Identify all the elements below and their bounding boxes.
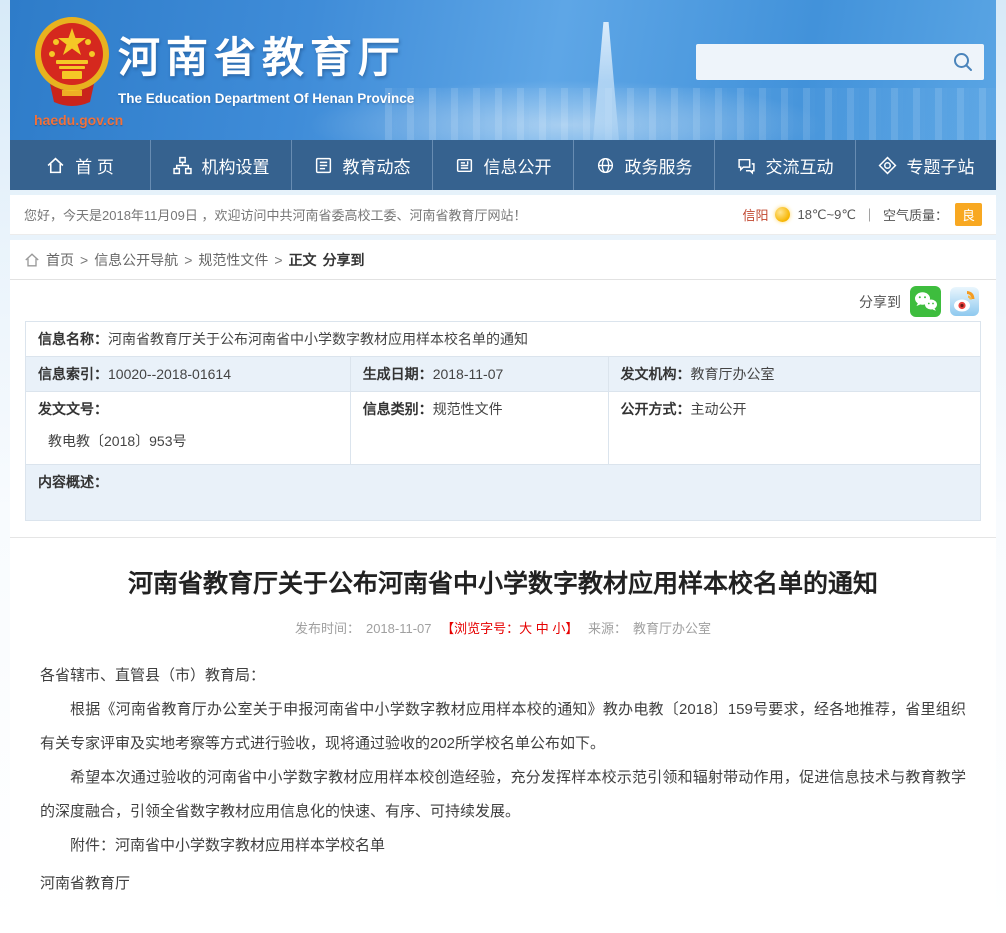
- home-icon: [24, 252, 40, 268]
- article-paragraph: 希望本次通过验收的河南省中小学数字教材应用样本校创造经验，充分发挥样本校示范引领…: [40, 761, 966, 829]
- nav-label: 首 页: [75, 153, 114, 178]
- breadcrumb-share-suffix: 分享到: [323, 250, 365, 270]
- info-date-value: 2018-11-07: [433, 366, 504, 382]
- info-docnum-value: 教电教〔2018〕953号: [38, 419, 338, 457]
- article-paragraph-attachment: 附件：河南省中小学数字教材应用样本学校名单: [40, 829, 966, 863]
- status-bar: 您好，今天是2018年11月09日 ，欢迎访问中共河南省委高校工委、河南省教育厅…: [10, 195, 996, 235]
- info-org-label: 发文机构：: [621, 366, 691, 382]
- sun-icon: [775, 207, 790, 222]
- site-title-english: The Education Department Of Henan Provin…: [118, 91, 414, 106]
- publish-time-label: 发布时间：: [295, 621, 360, 636]
- nav-item-home[interactable]: 首 页: [10, 140, 151, 190]
- info-icon: [455, 156, 474, 175]
- breadcrumb-item-home[interactable]: 首页: [46, 250, 74, 270]
- nav-label: 交流互动: [766, 153, 834, 178]
- nav-item-special-subsites[interactable]: 专题子站: [856, 140, 996, 190]
- nav-item-education-news[interactable]: 教育动态: [292, 140, 433, 190]
- site-title: 河南省教育厅: [118, 24, 414, 85]
- page: haedu.gov.cn 河南省教育厅 The Education Depart…: [10, 0, 996, 933]
- weather-widget: 信阳 18℃~9℃ ｜ 空气质量： 良: [742, 203, 982, 226]
- air-quality-label: 空气质量：: [883, 205, 948, 224]
- breadcrumb-separator: >: [80, 252, 88, 268]
- org-icon: [173, 156, 192, 175]
- site-header: haedu.gov.cn 河南省教育厅 The Education Depart…: [10, 0, 996, 140]
- share-row: 分享到: [25, 280, 981, 321]
- info-method-label: 公开方式：: [621, 401, 691, 417]
- table-row: 信息索引：10020--2018-01614 生成日期：2018-11-07 发…: [26, 357, 981, 392]
- weibo-icon[interactable]: [950, 287, 979, 316]
- info-date-label: 生成日期：: [363, 366, 433, 382]
- breadcrumb-item-normative-docs[interactable]: 规范性文件: [198, 250, 268, 270]
- nav-item-government-services[interactable]: 政务服务: [574, 140, 715, 190]
- source-label: 来源：: [588, 621, 627, 636]
- news-icon: [314, 156, 333, 175]
- greeting-text: 您好，今天是2018年11月09日 ，欢迎访问中共河南省委高校工委、河南省教育厅…: [24, 205, 527, 224]
- nav-label: 政务服务: [625, 153, 693, 178]
- info-docnum-label: 发文文号：: [38, 401, 108, 417]
- breadcrumb-current: 正文: [289, 250, 317, 270]
- info-summary-label: 内容概述：: [38, 474, 108, 490]
- info-category-label: 信息类别：: [363, 401, 433, 417]
- main-nav: 首 页 机构设置 教育动态 信息公开 政务服务 交流互动 专题子站: [10, 140, 996, 190]
- weather-city: 信阳: [742, 205, 768, 224]
- nav-label: 专题子站: [907, 153, 975, 178]
- source-value: 教育厅办公室: [633, 621, 711, 636]
- table-row: 发文文号： 教电教〔2018〕953号 信息类别：规范性文件 公开方式：主动公开: [26, 392, 981, 465]
- search-icon[interactable]: [952, 51, 974, 73]
- article-body: 各省辖市、直管县（市）教育局： 根据《河南省教育厅办公室关于申报河南省中小学数字…: [40, 659, 966, 901]
- chat-icon: [737, 156, 756, 175]
- subsite-icon: [878, 156, 897, 175]
- info-org-value: 教育厅办公室: [691, 366, 775, 382]
- search-input[interactable]: [696, 44, 984, 80]
- info-category-value: 规范性文件: [433, 401, 503, 417]
- service-icon: [596, 156, 615, 175]
- article-signature: 河南省教育厅: [40, 867, 966, 901]
- site-domain: haedu.gov.cn: [34, 112, 123, 128]
- font-size-switcher[interactable]: 【浏览字号：大 中 小】: [441, 621, 578, 636]
- main-content: 分享到: [10, 280, 996, 933]
- article: 河南省教育厅关于公布河南省中小学数字教材应用样本校名单的通知 发布时间： 2018…: [10, 537, 996, 911]
- info-name-value: 河南省教育厅关于公布河南省中小学数字教材应用样本校名单的通知: [108, 331, 528, 347]
- info-name-label: 信息名称：: [38, 331, 108, 347]
- breadcrumb: 首页 > 信息公开导航 > 规范性文件 > 正文分享到: [10, 240, 996, 280]
- nav-label: 机构设置: [202, 153, 270, 178]
- wechat-icon[interactable]: [910, 286, 941, 317]
- article-paragraph: 各省辖市、直管县（市）教育局：: [40, 659, 966, 693]
- publish-time-value: 2018-11-07: [366, 621, 432, 636]
- info-method-value: 主动公开: [691, 401, 747, 417]
- info-index-value: 10020--2018-01614: [108, 366, 231, 382]
- share-label: 分享到: [859, 292, 901, 312]
- info-table: 信息名称：河南省教育厅关于公布河南省中小学数字教材应用样本校名单的通知 信息索引…: [25, 321, 981, 521]
- nav-item-information-disclosure[interactable]: 信息公开: [433, 140, 574, 190]
- table-row: 信息名称：河南省教育厅关于公布河南省中小学数字教材应用样本校名单的通知: [26, 322, 981, 357]
- search-box: [696, 44, 984, 80]
- info-index-label: 信息索引：: [38, 366, 108, 382]
- nav-item-interaction[interactable]: 交流互动: [715, 140, 856, 190]
- nav-label: 信息公开: [484, 153, 552, 178]
- nav-label: 教育动态: [343, 153, 411, 178]
- national-emblem-icon: [32, 14, 112, 113]
- site-brand: 河南省教育厅 The Education Department Of Henan…: [118, 24, 414, 106]
- air-quality-badge: 良: [955, 203, 982, 226]
- breadcrumb-separator: >: [274, 252, 282, 268]
- table-row: 内容概述：: [26, 465, 981, 521]
- weather-divider: ｜: [863, 205, 876, 224]
- breadcrumb-separator: >: [184, 252, 192, 268]
- weather-temperature: 18℃~9℃: [797, 207, 855, 223]
- breadcrumb-item-info-nav[interactable]: 信息公开导航: [94, 250, 178, 270]
- article-paragraph: 根据《河南省教育厅办公室关于申报河南省中小学数字教材应用样本校的通知》教办电教〔…: [40, 693, 966, 761]
- article-title: 河南省教育厅关于公布河南省中小学数字教材应用样本校名单的通知: [40, 564, 966, 600]
- city-skyline: [385, 88, 996, 140]
- home-icon: [46, 156, 65, 175]
- article-meta: 发布时间： 2018-11-07 【浏览字号：大 中 小】 来源： 教育厅办公室: [40, 618, 966, 637]
- nav-item-organization[interactable]: 机构设置: [151, 140, 292, 190]
